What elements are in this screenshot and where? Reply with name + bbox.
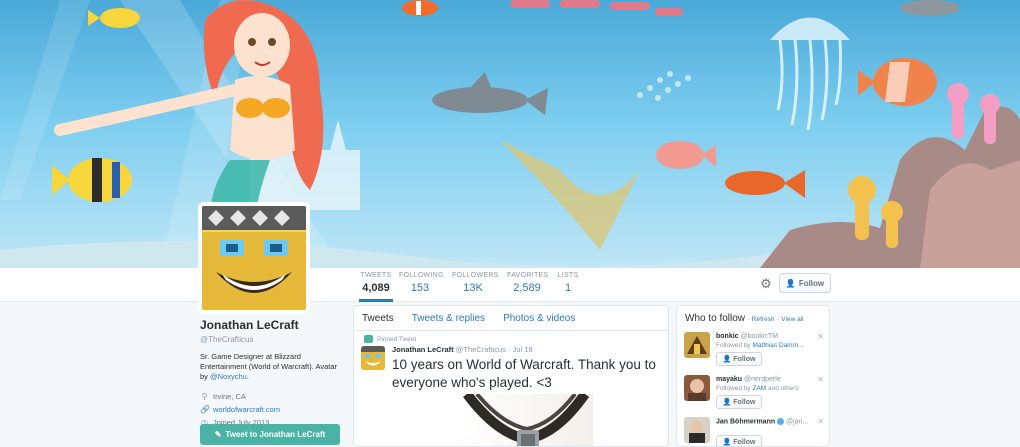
wtf-follow-button[interactable]: 👤 Follow [716, 435, 762, 446]
stat-followers-value: 13K [463, 282, 483, 294]
wtf-avatar[interactable] [684, 332, 710, 358]
follow-button-label: Follow [798, 278, 825, 288]
stat-lists-label: LISTS [557, 272, 579, 279]
wtf-header: Who to follow · Refresh · View all [685, 313, 804, 324]
wtf-handle[interactable]: @jan... [786, 418, 808, 425]
add-user-icon: 👤 [785, 278, 796, 288]
underwater-mermaid-banner [0, 0, 1020, 268]
profile-card: Jonathan LeCraft @TheCrafticus Sr. Game … [200, 318, 342, 429]
wtf-avatar-image [684, 375, 710, 401]
wtf-by-link[interactable]: Matthias Damm... [753, 342, 804, 349]
wtf-follow-label: Follow [733, 355, 756, 363]
wtf-avatar-image [684, 332, 710, 358]
bio-link[interactable]: @Noxychu [210, 372, 247, 381]
add-user-icon: 👤 [722, 356, 732, 363]
wtf-by-suffix: and others [766, 385, 799, 392]
tweet-author[interactable]: Jonathan LeCraft [392, 345, 454, 354]
pinned-text: Pinned Tweet [377, 335, 417, 343]
wtf-by-prefix: Followed by [716, 385, 751, 392]
tab-tweets-replies[interactable]: Tweets & replies [412, 313, 485, 324]
profile-name[interactable]: Jonathan LeCraft [200, 318, 342, 332]
wtf-item: Jan Böhmermann @jan... 👤 Follow ✕ [684, 417, 828, 446]
wtf-handle[interactable]: @bonkicTM [741, 333, 778, 340]
stat-following-value: 153 [410, 282, 430, 294]
stat-tweets-value: 4,089 [362, 282, 390, 294]
wtf-name[interactable]: mayaku [716, 376, 742, 383]
wtf-name-line: bonkic @bonkicTM [716, 333, 778, 340]
stat-lists-value: 1 [564, 282, 572, 294]
wtf-by-prefix: Followed by [716, 342, 751, 349]
tweet-handle[interactable]: @TheCrafticus [456, 345, 506, 354]
stat-following[interactable]: FOLLOWING 153 [399, 272, 444, 302]
tab-tweets[interactable]: Tweets [362, 313, 394, 324]
follow-button[interactable]: 👤 Follow [779, 273, 831, 293]
dismiss-icon[interactable]: ✕ [817, 375, 824, 384]
wtf-item: mayaku @nerdperle Followed by ZAM and ot… [684, 375, 828, 411]
compose-icon: ✎ [214, 430, 222, 439]
wtf-follow-button[interactable]: 👤 Follow [716, 395, 762, 409]
wtf-avatar[interactable] [684, 417, 710, 443]
wtf-view-all[interactable]: · View all [777, 316, 803, 323]
wtf-name[interactable]: bonkic [716, 333, 739, 340]
timeline-tabs: Tweets Tweets & replies Photos & videos [354, 306, 668, 331]
wtf-title: Who to follow [685, 313, 746, 324]
stat-followers[interactable]: FOLLOWERS 13K [452, 272, 499, 302]
timeline: Tweets Tweets & replies Photos & videos … [353, 305, 669, 447]
dismiss-icon[interactable]: ✕ [817, 417, 824, 426]
profile-avatar[interactable] [198, 202, 310, 314]
wtf-handle[interactable]: @nerdperle [744, 376, 781, 383]
tweet-photo [463, 394, 590, 446]
verified-icon [777, 418, 785, 425]
dismiss-icon[interactable]: ✕ [817, 332, 824, 341]
tweet-date[interactable]: · Jul 18 [508, 345, 533, 354]
add-user-icon: 👤 [722, 399, 732, 406]
stat-tweets-label: TWEETS [360, 272, 392, 279]
location-icon: ⚲ [201, 392, 208, 401]
tweet-media[interactable] [457, 394, 593, 446]
wtf-follow-label: Follow [733, 398, 756, 406]
profile-bio: Sr. Game Designer at Blizzard Entertainm… [200, 352, 342, 382]
tweet-avatar-image [361, 346, 385, 370]
wtf-avatar[interactable] [684, 375, 710, 401]
wtf-name[interactable]: Jan Böhmermann [716, 418, 775, 425]
tweet-text: 10 years on World of Warcraft. Thank you… [392, 357, 656, 390]
who-to-follow: Who to follow · Refresh · View all bonki… [676, 305, 830, 447]
wtf-follow-button[interactable]: 👤 Follow [716, 352, 762, 366]
bio-end: . [246, 372, 249, 381]
stat-favorites-value: 2,589 [513, 282, 541, 294]
stat-following-label: FOLLOWING [399, 272, 444, 279]
profile-website[interactable]: worldofwarcraft.com [213, 405, 280, 414]
pin-icon [364, 335, 373, 343]
wtf-by-link[interactable]: ZAM [753, 385, 767, 392]
stat-lists[interactable]: LISTS 1 [556, 272, 580, 302]
tweet-to-label: Tweet to Jonathan LeCraft [225, 430, 326, 439]
gear-icon[interactable]: ⚙ [758, 276, 774, 292]
tab-photos-videos[interactable]: Photos & videos [503, 313, 575, 324]
stat-tweets[interactable]: TWEETS 4,089 [359, 272, 393, 302]
link-icon: 🔗 [200, 405, 210, 414]
profile-handle[interactable]: @TheCrafticus [200, 335, 342, 344]
wtf-avatar-image [684, 417, 710, 443]
wtf-followed-by: Followed by Matthias Damm... [716, 342, 803, 349]
wtf-followed-by: Followed by ZAM and others [716, 385, 799, 392]
wtf-name-line: mayaku @nerdperle [716, 376, 781, 383]
avatar-image [202, 206, 306, 310]
add-user-icon: 👤 [722, 439, 732, 446]
profile-location: Irvine, CA [213, 392, 246, 401]
pinned-label: Pinned Tweet [364, 335, 416, 343]
wtf-refresh[interactable]: · Refresh [748, 316, 775, 323]
wtf-name-line: Jan Böhmermann @jan... [716, 418, 808, 425]
tweet-header: Jonathan LeCraft @TheCrafticus · Jul 18 [392, 345, 533, 354]
stat-followers-label: FOLLOWERS [452, 272, 499, 279]
tweet-avatar[interactable] [361, 346, 385, 370]
wtf-item: bonkic @bonkicTM Followed by Matthias Da… [684, 332, 828, 368]
stat-favorites[interactable]: FAVORITES 2,589 [507, 272, 549, 302]
profile-banner [0, 0, 1020, 268]
tweet-to-button[interactable]: ✎ Tweet to Jonathan LeCraft [200, 424, 340, 445]
wtf-follow-label: Follow [733, 438, 756, 446]
stat-favorites-label: FAVORITES [507, 272, 549, 279]
